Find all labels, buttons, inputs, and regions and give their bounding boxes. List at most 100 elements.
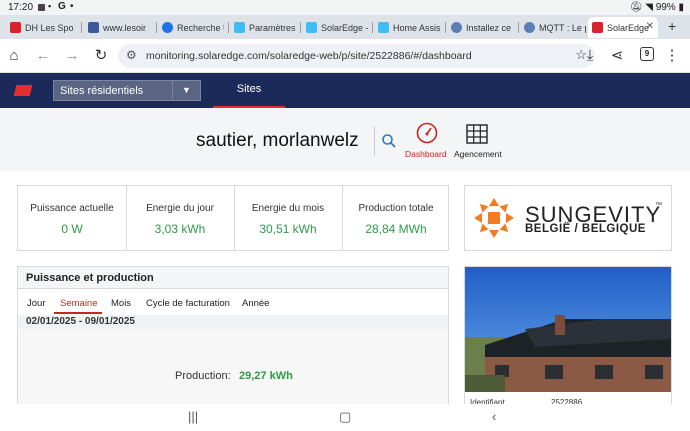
google-icon: G — [58, 1, 66, 12]
trademark: ™ — [655, 202, 662, 209]
notification-icon — [38, 4, 45, 11]
new-tab-icon[interactable]: + — [668, 18, 676, 34]
reload-icon[interactable]: ↻ — [92, 47, 110, 65]
home-button-icon[interactable]: ▢ — [339, 409, 351, 425]
date-range-bar: 02/01/2025 - 09/01/2025 — [18, 315, 448, 329]
wifi-icon: ◥ — [645, 2, 653, 13]
kpi-energy-today: Energie du jour 3,03 kWh — [126, 186, 234, 250]
browser-tab[interactable]: www.lesoir — [84, 17, 152, 38]
dashboard-gauge-icon[interactable] — [416, 122, 438, 144]
site-favicon-icon — [451, 22, 462, 33]
search-favicon-icon — [162, 22, 173, 33]
battery-icon: ▮ — [678, 2, 684, 13]
browser-tab[interactable]: SolarEdge - — [302, 17, 368, 38]
kpi-value: 0 W — [61, 222, 83, 236]
tab-title: SolarEdge - — [321, 22, 368, 33]
clock: 17:20 — [8, 2, 34, 13]
period-tab-month[interactable]: Mois — [111, 298, 131, 309]
kpi-total-production: Production totale 28,84 MWh — [342, 186, 450, 250]
back-nav-icon[interactable]: ‹ — [492, 409, 496, 424]
kpi-panel: Puissance actuelle 0 W Energie du jour 3… — [17, 185, 449, 251]
share-icon[interactable]: ⋖ — [608, 47, 626, 65]
browser-tab[interactable]: DH Les Spo — [6, 17, 76, 38]
kpi-title: Production totale — [358, 203, 434, 214]
power-production-panel: Puissance et production Jour Semaine Moi… — [17, 266, 449, 411]
kpi-value: 28,84 MWh — [365, 222, 427, 236]
battery-level: 99% — [655, 2, 676, 13]
url-text: monitoring.solaredge.com/solaredge-web/p… — [146, 50, 472, 62]
site-house-photo[interactable] — [465, 267, 671, 392]
status-bar: 17:20 ▪ G • 🔕︎ ◥ 99% ▮ — [0, 0, 690, 15]
home-icon[interactable]: ⌂ — [5, 47, 23, 65]
address-bar[interactable]: ⚙ monitoring.solaredge.com/solaredge-web… — [118, 44, 595, 68]
mute-icon: 🔕︎ — [629, 2, 643, 13]
browser-tab[interactable]: MQTT : Le p — [520, 17, 586, 38]
download-icon[interactable]: ⤓ — [581, 47, 599, 65]
tab-title: Recherche U — [177, 22, 224, 33]
period-tab-day[interactable]: Jour — [27, 298, 45, 309]
site-type-label: Sites résidentiels — [60, 85, 144, 97]
nav-tab-sites[interactable]: Sites — [213, 73, 285, 108]
browser-tab[interactable]: Home Assis — [374, 17, 444, 38]
system-nav-bar: ||| ▢ ‹ — [0, 404, 690, 431]
homeassistant-favicon-icon — [378, 22, 389, 33]
production-label: Production: — [175, 370, 231, 382]
browser-tab-active[interactable]: SolarEdge ✕ — [588, 17, 658, 38]
search-icon[interactable] — [381, 133, 397, 149]
tab-title: Home Assis — [393, 22, 441, 33]
kpi-title: Puissance actuelle — [30, 203, 114, 214]
kpi-value: 3,03 kWh — [154, 222, 206, 236]
lesoir-favicon-icon — [88, 22, 99, 33]
tab-strip: DH Les Spo www.lesoir Recherche U Paramè… — [0, 15, 690, 39]
browser-tab[interactable]: Recherche U — [158, 17, 224, 38]
kpi-title: Energie du mois — [251, 203, 325, 214]
tab-title: Paramètres — [249, 22, 296, 33]
tab-switcher-button[interactable]: 9 — [640, 47, 654, 61]
browser-tab[interactable]: Installez ce — [447, 17, 517, 38]
brand-subtitle: BELGIË / BELGIQUE — [525, 223, 646, 235]
kpi-title: Energie du jour — [146, 203, 214, 214]
dashboard-tab[interactable]: Dashboard — [405, 149, 447, 159]
homeassistant-favicon-icon — [234, 22, 245, 33]
kpi-current-power: Puissance actuelle 0 W — [18, 186, 126, 250]
header-divider — [374, 126, 375, 156]
tab-title: SolarEdge — [607, 22, 650, 33]
site-photo-panel: Identifiant 2522886 — [464, 266, 672, 411]
production-chart-area — [18, 329, 448, 410]
production-value: 29,27 kWh — [239, 370, 293, 382]
site-navbar: Sites résidentiels ▼ Sites — [0, 73, 690, 108]
selected-tab-indicator — [54, 312, 102, 314]
close-tab-icon[interactable]: ✕ — [646, 21, 654, 32]
site-favicon-icon — [524, 22, 535, 33]
recent-apps-icon[interactable]: ||| — [188, 409, 198, 424]
date-range: 02/01/2025 - 09/01/2025 — [26, 316, 135, 327]
site-type-select[interactable]: Sites résidentiels ▼ — [53, 80, 201, 101]
tab-title: Installez ce — [466, 22, 512, 33]
browser-toolbar: ⌂ ← → ↻ ⚙ monitoring.solaredge.com/solar… — [0, 39, 690, 73]
layout-tab[interactable]: Agencement — [454, 149, 502, 159]
site-name: sautier, morlanwelz — [196, 130, 359, 151]
back-icon[interactable]: ← — [34, 47, 52, 65]
period-tab-billing-cycle[interactable]: Cycle de facturation — [146, 298, 230, 309]
solaredge-logo[interactable] — [13, 85, 33, 96]
installer-brand: SUNGEVITY ™ BELGIË / BELGIQUE — [464, 185, 672, 251]
panel-title: Puissance et production — [26, 272, 154, 284]
period-tab-week[interactable]: Semaine — [60, 298, 98, 309]
menu-dots-icon[interactable]: ⋮ — [663, 47, 681, 65]
period-tab-year[interactable]: Année — [242, 298, 269, 309]
status-right: 🔕︎ ◥ 99% ▮ — [630, 2, 684, 13]
tab-title: MQTT : Le p — [539, 22, 586, 33]
chevron-down-icon[interactable]: ▼ — [172, 81, 200, 100]
sungevity-sun-logo-icon — [474, 198, 514, 238]
kpi-value: 30,51 kWh — [259, 222, 317, 236]
browser-tab[interactable]: Paramètres — [230, 17, 298, 38]
site-settings-icon[interactable]: ⚙ — [126, 48, 137, 62]
tab-title: www.lesoir — [103, 22, 147, 33]
forward-icon[interactable]: → — [63, 47, 81, 65]
layout-grid-icon[interactable] — [466, 124, 488, 144]
panel-header: Puissance et production — [18, 267, 448, 289]
solaredge-favicon-icon — [592, 22, 603, 33]
dh-favicon-icon — [10, 22, 21, 33]
tab-title: DH Les Spo — [25, 22, 74, 33]
homeassistant-favicon-icon — [306, 22, 317, 33]
